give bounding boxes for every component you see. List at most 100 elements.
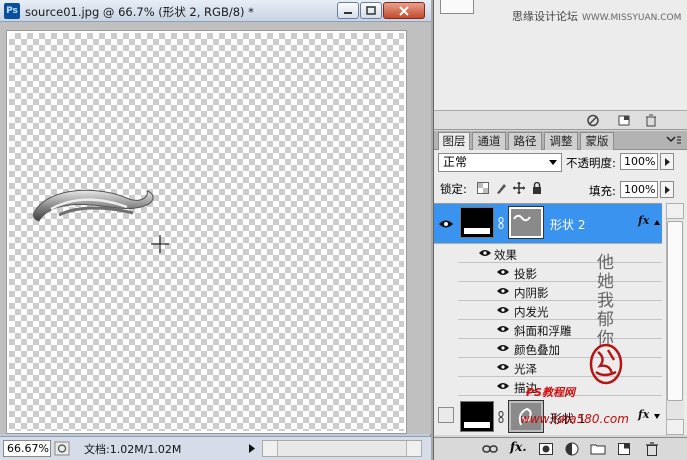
eye-icon[interactable] [496,267,510,277]
status-info-icon[interactable] [54,441,70,456]
eye-icon[interactable] [496,381,510,391]
scroll-right-button[interactable] [406,441,421,456]
link-icon[interactable] [498,411,504,423]
scroll-left-button[interactable] [263,441,278,456]
layer-shape-2-name[interactable]: 形状 2 [550,216,585,233]
history-panel: 思缘设计论坛 WWW.MISSYUAN.COM [434,0,687,110]
watermark-site-url: WWW.MISSYUAN.COM [582,13,682,23]
eye-icon[interactable] [496,305,510,315]
layer-shape-2-color-thumbnail[interactable] [460,207,494,238]
fill-input[interactable]: 100% [620,181,658,198]
panel-tabs: 图层 通道 路径 调整 蒙版 [434,131,687,151]
layer-shape-2-vector-mask-thumbnail[interactable] [508,206,544,239]
lock-all-icon[interactable] [531,182,543,194]
swoosh-shape [32,189,154,222]
layer-visibility-toggle[interactable] [438,407,454,423]
watermark-site-name: 思缘设计论坛 [512,10,578,23]
status-menu-arrow-icon[interactable] [246,441,258,456]
effects-group-label: 效果 [494,248,517,262]
red-seal-stamp [589,343,623,385]
effect-row-color-overlay[interactable]: 颜色叠加 [458,339,662,358]
eye-icon[interactable] [438,218,454,230]
effect-row-bevel-emboss[interactable]: 斜面和浮雕 [458,320,662,339]
adjustment-layer-icon[interactable] [564,441,580,457]
effect-label: 投影 [514,267,537,281]
lock-label: 锁定: [440,182,467,196]
tab-adjustments[interactable]: 调整 [544,132,578,150]
effect-row-inner-shadow[interactable]: 内阴影 [458,282,662,301]
photoshop-app-icon: Ps [4,3,20,19]
minimize-button[interactable] [337,2,359,19]
document-title: source01.jpg @ 66.7% (形状 2, RGB/8) * [25,5,254,19]
effect-label: 颜色叠加 [514,343,560,357]
fx-icon[interactable]: fx [638,408,649,421]
document-status-bar: 66.67% 文档:1.02M/1.02M [0,436,431,460]
tab-channels[interactable]: 通道 [472,132,506,150]
trash-icon[interactable] [644,114,658,127]
chevron-down-icon [549,160,557,165]
maximize-button[interactable] [360,2,382,19]
eye-icon[interactable] [496,343,510,353]
link-icon[interactable] [498,217,504,229]
lock-transparent-pixels-icon[interactable] [477,182,489,194]
canvas-area[interactable] [0,22,431,434]
canvas-horizontal-scrollbar[interactable] [262,440,422,457]
zoom-level-field[interactable]: 66.67% [3,440,51,457]
scroll-down-button[interactable] [666,419,684,435]
expand-effects-icon[interactable] [654,220,660,225]
effect-label: 内发光 [514,305,549,319]
eye-icon[interactable] [496,362,510,372]
layer-list-scrollbar[interactable] [662,203,687,435]
watermark-site: 思缘设计论坛 WWW.MISSYUAN.COM [512,8,681,24]
watermark-ps-text: PS教程网 [526,386,575,399]
add-mask-icon[interactable] [538,441,554,457]
layer-row-shape-2[interactable]: 形状 2 fx [434,204,662,244]
document-window: Ps source01.jpg @ 66.7% (形状 2, RGB/8) * [0,0,431,460]
eye-icon[interactable] [496,324,510,334]
scroll-up-button[interactable] [666,203,684,219]
effect-row-inner-glow[interactable]: 内发光 [458,301,662,320]
document-size-info: 文档:1.02M/1.02M [84,443,182,456]
crosshair-cursor [151,235,169,253]
document-titlebar[interactable]: Ps source01.jpg @ 66.7% (形状 2, RGB/8) * [0,0,431,22]
expand-effects-icon[interactable] [654,414,660,419]
maximize-icon [366,6,376,15]
history-snapshot-thumbnail[interactable] [440,0,474,14]
canvas[interactable] [6,30,407,434]
tab-masks[interactable]: 蒙版 [580,132,614,150]
blend-mode-value: 正常 [443,155,468,169]
trash-icon[interactable] [644,441,660,457]
blend-mode-select[interactable]: 正常 [438,153,562,172]
fill-slider-button[interactable] [660,181,674,198]
effect-row-satin[interactable]: 光泽 [458,358,662,377]
folder-icon[interactable] [590,441,606,457]
fx-icon[interactable]: fx [638,214,649,227]
lock-image-pixels-icon[interactable] [495,182,507,194]
scrollbar-thumb[interactable] [667,221,683,401]
new-layer-icon[interactable] [616,441,632,457]
transparency-checkerboard [9,33,404,431]
effect-label: 斜面和浮雕 [514,324,572,338]
effect-row-drop-shadow[interactable]: 投影 [458,263,662,282]
layers-bottom-toolbar: fx. [434,437,687,460]
close-button[interactable] [383,2,425,19]
opacity-slider-button[interactable] [660,153,674,170]
tilde-shape-icon [513,214,531,222]
effect-label: 内阴影 [514,286,549,300]
panel-menu-icon[interactable] [666,135,682,145]
tab-layers[interactable]: 图层 [438,132,470,151]
tab-paths[interactable]: 路径 [508,132,542,150]
layer-shape-1-color-thumbnail[interactable] [460,401,494,432]
effects-group-row[interactable]: 效果 [458,244,662,263]
add-layer-style-fx-icon[interactable]: fx. [510,440,527,456]
eye-icon[interactable] [496,286,510,296]
close-icon [399,5,409,16]
new-snapshot-icon[interactable] [617,114,631,127]
lock-position-icon[interactable] [513,182,525,194]
no-entry-icon[interactable] [586,114,600,127]
history-toolbar [434,110,687,130]
opacity-input[interactable]: 100% [620,153,658,170]
minimize-icon [344,11,352,14]
link-layers-icon[interactable] [482,441,498,457]
eye-icon[interactable] [478,248,492,258]
